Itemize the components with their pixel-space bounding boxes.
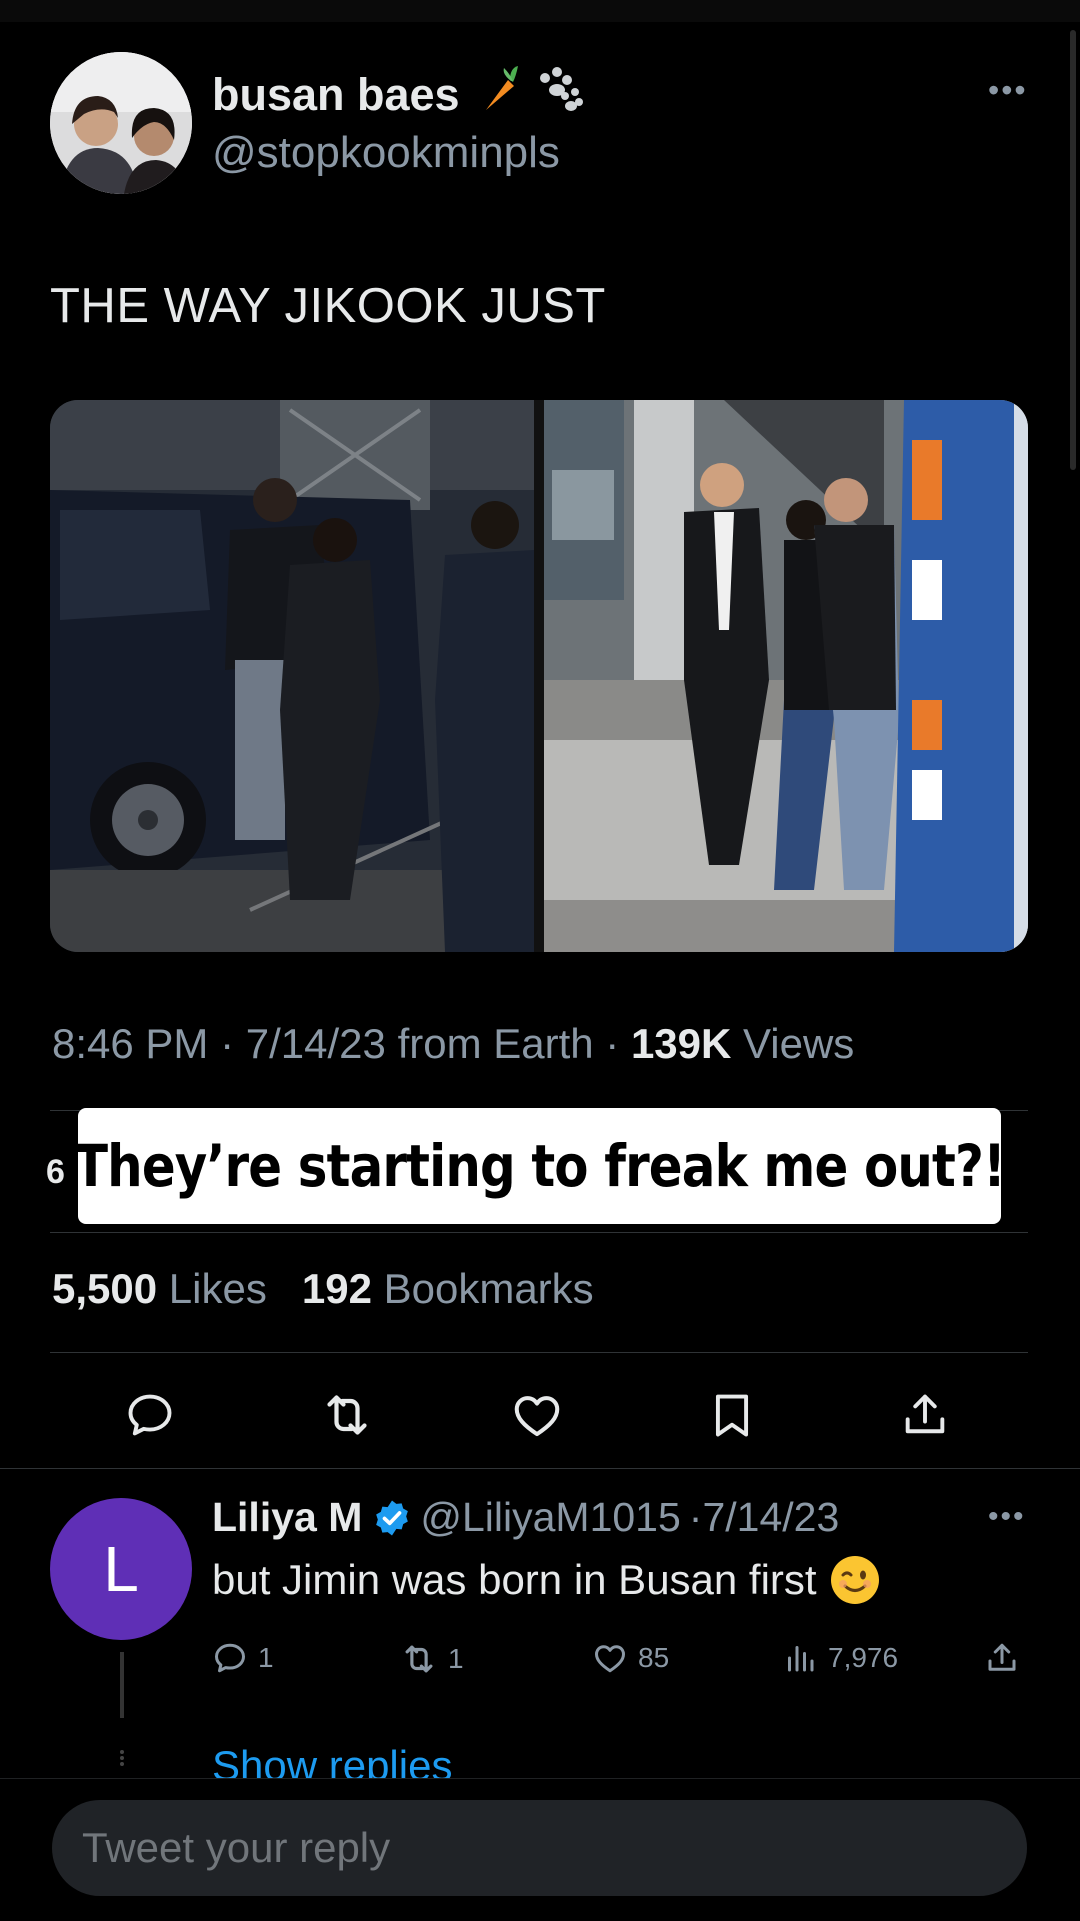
- author-name[interactable]: busan baes: [212, 64, 583, 121]
- reply-author-handle[interactable]: @LiliyaM1015: [420, 1494, 680, 1541]
- reply-like-button[interactable]: 85: [592, 1640, 669, 1676]
- divider: [50, 1232, 1028, 1233]
- more-options-icon[interactable]: •••: [988, 72, 1028, 109]
- retweet-button[interactable]: [312, 1380, 382, 1450]
- tweet-text: THE WAY JIKOOK JUST: [50, 279, 606, 333]
- reply-author-name[interactable]: Liliya M: [212, 1494, 362, 1541]
- likes-count[interactable]: 5,500: [52, 1265, 157, 1312]
- photo-car-scene: [50, 400, 534, 952]
- bookmarks-label[interactable]: Bookmarks: [384, 1265, 594, 1312]
- reply-icon: [215, 1643, 245, 1673]
- likes-label[interactable]: Likes: [169, 1265, 267, 1312]
- author-avatar[interactable]: [50, 52, 192, 194]
- photo-airport-scene: [544, 400, 1028, 952]
- thread-dots-icon: [120, 1750, 124, 1766]
- meta-separator: ·: [688, 1494, 703, 1540]
- reply-avatar[interactable]: L: [50, 1498, 192, 1640]
- author-name-text: busan baes: [212, 69, 460, 120]
- tweet-date: 7/14/23: [245, 1020, 386, 1067]
- divider: [0, 1468, 1080, 1469]
- retweet-icon: [405, 1645, 433, 1673]
- like-icon: [595, 1645, 625, 1673]
- tweet-meta: 8:46 PM · 7/14/23 from Earth · 139K View…: [52, 1020, 854, 1068]
- reply-text: but Jimin was born in Busan first: [212, 1556, 879, 1604]
- thread-line: [120, 1652, 124, 1718]
- show-replies-link[interactable]: Show replies: [212, 1742, 612, 1778]
- caption-overlay-text: They’re starting to freak me out?!: [74, 1132, 1006, 1200]
- paw-icon: [539, 67, 583, 111]
- carrot-icon: [486, 66, 519, 110]
- reply-share-button[interactable]: [984, 1640, 1020, 1676]
- views-label: Views: [743, 1020, 855, 1067]
- bookmarks-count[interactable]: 192: [302, 1265, 372, 1312]
- bookmark-button[interactable]: [697, 1380, 767, 1450]
- reply-input[interactable]: [52, 1800, 1027, 1896]
- partially-hidden-count: 6: [46, 1153, 65, 1191]
- reply-date: 7/14/23: [702, 1494, 840, 1540]
- share-button[interactable]: [890, 1380, 960, 1450]
- media-image-right[interactable]: [544, 400, 1028, 952]
- reply-button[interactable]: [115, 1380, 185, 1450]
- share-icon: [988, 1643, 1016, 1671]
- status-bar: [0, 0, 1080, 22]
- winking-face-emoji: [830, 1556, 879, 1604]
- reply-views[interactable]: 7,976: [782, 1640, 898, 1676]
- reply-like-count: 85: [638, 1642, 670, 1673]
- reply-text-content: but Jimin was born in Busan first: [212, 1556, 817, 1603]
- views-icon: [788, 1646, 814, 1672]
- reply-more-options-icon[interactable]: •••: [988, 1500, 1026, 1534]
- retweet-icon: [327, 1395, 367, 1435]
- reply-avatar-letter: L: [103, 1533, 139, 1605]
- reply-icon: [128, 1394, 172, 1436]
- show-replies-text: Show replies: [212, 1742, 453, 1778]
- verified-badge-icon: [372, 1498, 412, 1538]
- divider: [50, 1352, 1028, 1353]
- reply-reply-button[interactable]: 1: [212, 1640, 274, 1676]
- scrollbar-thumb[interactable]: [1070, 30, 1076, 470]
- tweet-media[interactable]: [50, 400, 1028, 952]
- tweet-source: from Earth: [397, 1020, 594, 1067]
- reply-retweet-count: 1: [448, 1643, 464, 1674]
- like-button[interactable]: [502, 1380, 572, 1450]
- reply-retweet-button[interactable]: 1: [400, 1640, 464, 1678]
- meta-separator: ·: [220, 1020, 246, 1067]
- like-icon: [514, 1396, 560, 1437]
- media-image-left[interactable]: [50, 400, 534, 952]
- share-icon: [905, 1394, 945, 1434]
- tweet-time: 8:46 PM: [52, 1020, 209, 1067]
- author-handle[interactable]: @stopkookminpls: [212, 128, 560, 178]
- reply-reply-count: 1: [258, 1642, 274, 1673]
- bookmark-icon: [715, 1394, 749, 1437]
- views-count: 139K: [630, 1020, 732, 1067]
- avatar-photo: [50, 52, 192, 194]
- reply-views-count: 7,976: [828, 1642, 899, 1673]
- reply-header: Liliya M @LiliyaM1015 · 7/14/23: [212, 1494, 839, 1541]
- meta-separator: ·: [605, 1020, 631, 1067]
- tweet-stats: 5,500 Likes 192 Bookmarks: [52, 1265, 594, 1313]
